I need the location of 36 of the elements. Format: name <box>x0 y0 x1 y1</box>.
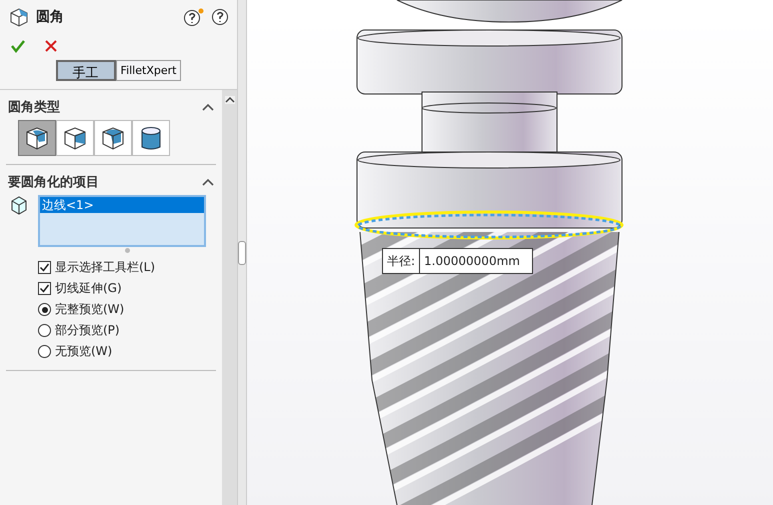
help-icon[interactable] <box>211 8 229 26</box>
fillet-type-button[interactable] <box>18 120 56 156</box>
section-title: 圆角类型 <box>8 99 60 116</box>
option-label: 显示选择工具栏(L) <box>55 259 156 276</box>
mode-tab[interactable]: FilletXpert <box>116 60 182 81</box>
radio-button[interactable] <box>38 303 51 316</box>
radio-button[interactable] <box>38 324 51 337</box>
checkbox[interactable] <box>38 261 51 274</box>
option-label: 部分预览(P) <box>55 322 120 339</box>
radio-button[interactable] <box>38 345 51 358</box>
edge-cube-icon <box>10 195 28 215</box>
dimension-value[interactable]: 1.00000000mm <box>420 249 532 273</box>
checkbox[interactable] <box>38 282 51 295</box>
dimension-label: 半径: <box>383 249 420 273</box>
panel-title: 圆角 <box>36 8 64 26</box>
radius-dimension-box[interactable]: 半径: 1.00000000mm <box>382 248 533 274</box>
scroll-up-icon[interactable] <box>224 96 234 104</box>
option-label: 完整预览(W) <box>55 301 124 318</box>
mode-tab[interactable]: 手工 <box>56 60 116 81</box>
ok-check-icon[interactable] <box>10 38 26 54</box>
option-label: 切线延伸(G) <box>55 280 122 297</box>
section-title: 要圆角化的项目 <box>8 174 99 191</box>
option-label: 无预览(W) <box>55 343 112 360</box>
list-item[interactable]: 边线<1> <box>40 197 204 213</box>
cube-icon <box>8 6 30 28</box>
resize-handle[interactable] <box>124 248 130 253</box>
cancel-icon[interactable] <box>44 39 58 53</box>
fillet-type-button[interactable] <box>132 120 170 156</box>
scrollbar[interactable] <box>222 90 237 505</box>
collapse-icon[interactable] <box>202 178 214 186</box>
splitter-handle[interactable] <box>238 240 246 264</box>
selection-list[interactable]: 边线<1> <box>38 195 206 247</box>
help-icon[interactable] <box>183 7 205 27</box>
fillet-type-button[interactable] <box>56 120 94 156</box>
collapse-icon[interactable] <box>202 103 214 111</box>
fillet-type-button[interactable] <box>94 120 132 156</box>
